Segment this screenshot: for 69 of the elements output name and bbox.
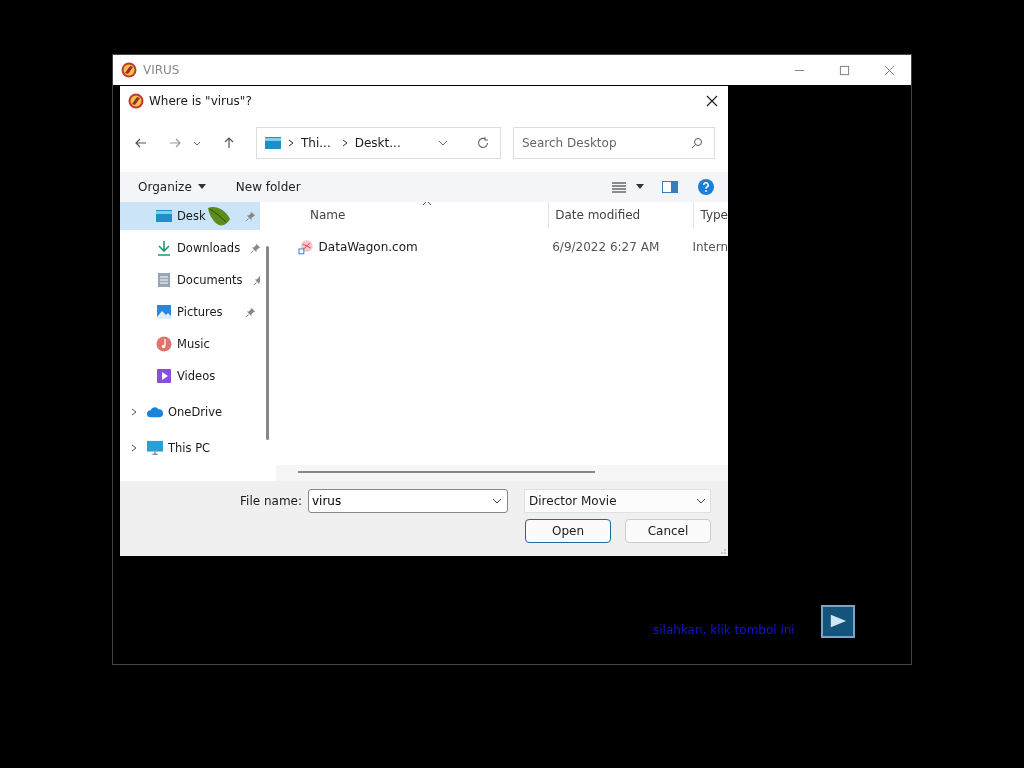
chevron-down-icon[interactable]	[492, 496, 502, 506]
refresh-icon[interactable]	[476, 136, 490, 150]
back-icon[interactable]	[134, 136, 148, 150]
sidebar-item[interactable]: This PC	[120, 434, 260, 462]
scrollbar-thumb[interactable]	[266, 246, 269, 440]
search-field[interactable]: Search Desktop	[513, 127, 715, 159]
music-icon	[156, 336, 172, 352]
sidebar-item[interactable]: Pictures	[120, 298, 260, 326]
play-icon	[828, 613, 847, 629]
search-icon	[691, 137, 703, 149]
close-icon[interactable]	[706, 95, 718, 107]
scrollbar-thumb[interactable]	[298, 471, 595, 473]
sidebar-item[interactable]: Desk	[120, 202, 260, 230]
column-header[interactable]: Date modified	[548, 202, 694, 228]
app-logo-icon	[128, 93, 144, 109]
desktop-icon	[156, 208, 172, 224]
sidebar-item[interactable]: Downloads	[120, 234, 260, 262]
caret-icon	[197, 184, 206, 190]
web-shortcut-icon	[298, 239, 314, 255]
dialog-title: Where is "virus"?	[149, 94, 252, 108]
window-title: VIRUS	[143, 63, 180, 77]
file-type-dropdown[interactable]: Director Movie	[524, 489, 711, 513]
sidebar-item[interactable]: Music	[120, 330, 260, 358]
play-button[interactable]	[820, 605, 855, 638]
resize-grip-icon[interactable]	[718, 546, 726, 554]
caret-icon[interactable]	[636, 184, 644, 190]
sidebar-item[interactable]: Documents	[120, 266, 260, 294]
breadcrumb-item[interactable]: Thi...	[301, 136, 331, 150]
list-view-icon[interactable]	[612, 181, 626, 193]
chevron-right-icon	[287, 139, 295, 147]
open-button[interactable]: Open	[525, 519, 611, 543]
maximize-icon[interactable]	[839, 64, 850, 76]
column-header[interactable]: Type	[693, 202, 728, 228]
new-folder-button[interactable]: New folder	[227, 176, 309, 198]
file-date: 6/9/2022 6:27 AM	[552, 240, 661, 254]
sidebar-item[interactable]: OneDrive	[120, 398, 260, 426]
file-name-field[interactable]: virus	[308, 489, 508, 513]
address-bar[interactable]: Thi... Deskt...	[256, 127, 501, 159]
file-type: Intern	[692, 240, 728, 254]
column-header[interactable]: Name	[310, 208, 549, 222]
breadcrumb-item[interactable]: Deskt...	[354, 136, 401, 150]
picture-icon	[156, 304, 172, 320]
pin-icon[interactable]	[245, 306, 256, 318]
cloud-icon	[147, 404, 163, 420]
video-icon	[156, 368, 172, 384]
pin-icon[interactable]	[250, 242, 260, 254]
file-name-label: File name:	[240, 494, 302, 508]
up-icon[interactable]	[222, 136, 236, 150]
document-icon	[156, 272, 172, 288]
download-icon	[156, 240, 172, 256]
monitor-icon	[147, 440, 163, 456]
chevron-down-icon	[696, 496, 706, 506]
app-logo-icon	[121, 62, 137, 78]
preview-pane-icon[interactable]	[662, 181, 678, 193]
chevron-down-icon[interactable]	[438, 138, 448, 148]
chevron-right-icon	[340, 139, 349, 147]
cancel-button[interactable]: Cancel	[625, 519, 711, 543]
pin-icon[interactable]	[252, 274, 260, 286]
help-icon[interactable]	[698, 179, 714, 195]
file-name[interactable]: DataWagon.com	[318, 240, 553, 254]
forward-icon[interactable]	[168, 136, 182, 150]
organize-button[interactable]: Organize	[130, 176, 214, 198]
sidebar-item[interactable]: Videos	[120, 362, 260, 390]
pin-icon[interactable]	[245, 210, 256, 222]
expand-chevron-icon[interactable]	[130, 444, 138, 452]
hint-text: silahkan, klik tombol ini	[653, 622, 795, 637]
expand-chevron-icon[interactable]	[130, 408, 138, 416]
desktop-icon	[265, 137, 281, 149]
leaf-cursor-icon	[206, 205, 231, 227]
